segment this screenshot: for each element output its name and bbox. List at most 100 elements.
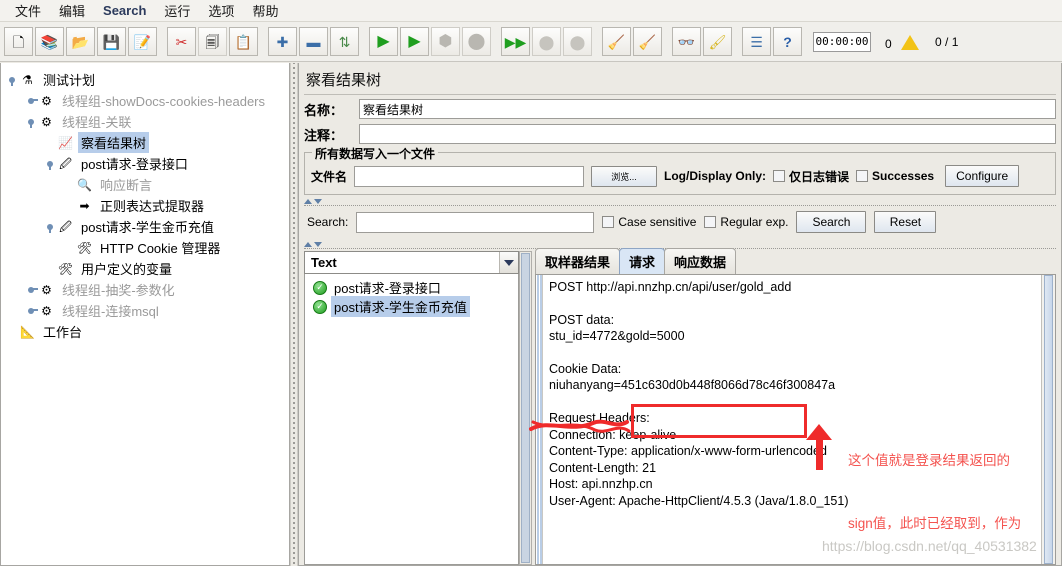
stop-button[interactable]: ⬢ bbox=[431, 27, 460, 56]
list-item[interactable]: ✓ post请求-登录接口 bbox=[313, 278, 518, 297]
start-button[interactable]: ▶ bbox=[369, 27, 398, 56]
toggle-icon: ⇅ bbox=[338, 33, 351, 50]
tab-0[interactable]: 取样器结果 bbox=[535, 248, 621, 274]
collapse-up-icon[interactable] bbox=[304, 198, 312, 204]
shutdown-button[interactable]: ⬤ bbox=[462, 27, 491, 56]
request-url-line: POST http://api.nnzhp.cn/api/user/gold_a… bbox=[549, 280, 792, 294]
collapse-down-icon[interactable] bbox=[314, 241, 322, 247]
tree-node[interactable]: 🖉 post请求-学生金币充值 bbox=[7, 216, 289, 237]
configure-button[interactable]: Configure bbox=[945, 165, 1020, 187]
function-helper-button[interactable]: ☰ bbox=[742, 27, 771, 56]
expand-all-button[interactable]: ✚ bbox=[268, 27, 297, 56]
tree-node[interactable]: ⚙ 线程组-showDocs-cookies-headers bbox=[7, 90, 289, 111]
collapse-down-icon[interactable] bbox=[314, 198, 322, 204]
tab-2[interactable]: 响应数据 bbox=[664, 248, 737, 274]
paste-button[interactable]: 📋 bbox=[229, 27, 258, 56]
toolbar-separator-5 bbox=[593, 27, 601, 56]
tree-node[interactable]: 📐 工作台 bbox=[7, 321, 289, 342]
comment-input[interactable] bbox=[359, 124, 1056, 144]
save-button[interactable]: 💾 bbox=[97, 27, 126, 56]
open-button[interactable]: 📂 bbox=[66, 27, 95, 56]
tree-node[interactable]: ⚙ 线程组-连接msql bbox=[7, 300, 289, 321]
successes-checkbox[interactable]: Successes bbox=[856, 169, 934, 183]
broom-icon: 🧹 bbox=[607, 33, 626, 50]
request-detail-text[interactable]: POST http://api.nnzhp.cn/api/user/gold_a… bbox=[543, 275, 1055, 564]
tree-expand-toggle-icon[interactable] bbox=[26, 95, 38, 106]
tree-node[interactable]: 🖉 post请求-登录接口 bbox=[7, 153, 289, 174]
collapse-up-icon[interactable] bbox=[304, 241, 312, 247]
comment-field-row: 注释： bbox=[304, 123, 1056, 145]
tree-expand-toggle-icon[interactable] bbox=[45, 221, 56, 233]
search-bar: Search: Case sensitive Regular exp. Sear… bbox=[304, 206, 1056, 238]
list-item[interactable]: ✓ post请求-学生金币充值 bbox=[313, 296, 518, 317]
checkbox-box[interactable] bbox=[704, 216, 717, 228]
renderer-select[interactable]: Text bbox=[304, 251, 519, 274]
vertical-splitter[interactable] bbox=[290, 63, 298, 566]
templates-button[interactable]: 📚 bbox=[35, 27, 64, 56]
search-submit-button[interactable]: Search bbox=[796, 211, 867, 233]
results-list-scrollbar[interactable] bbox=[519, 251, 532, 565]
sampler-result-list[interactable]: ✓ post请求-登录接口 ✓ post请求-学生金币充值 bbox=[304, 274, 519, 565]
search-button[interactable]: 👓 bbox=[672, 27, 701, 56]
search-reset-button[interactable]: Reset bbox=[874, 211, 937, 233]
search-input[interactable] bbox=[356, 211, 595, 233]
menu-item-run[interactable]: 运行 bbox=[155, 0, 199, 22]
tree-node[interactable]: 🛠 用户定义的变量 bbox=[7, 258, 289, 279]
tree-expand-toggle-icon[interactable] bbox=[26, 305, 38, 316]
copy-button[interactable]: 🗐 bbox=[198, 27, 227, 56]
collapse-all-button[interactable]: ▬ bbox=[299, 27, 328, 56]
warning-triangle-icon[interactable] bbox=[901, 34, 920, 50]
tree-expand-toggle-icon[interactable] bbox=[45, 158, 56, 170]
menu-item-file[interactable]: 文件 bbox=[6, 0, 50, 22]
filename-input[interactable] bbox=[354, 165, 585, 187]
tree-node-label: post请求-学生金币充值 bbox=[81, 220, 214, 235]
regular-exp-checkbox[interactable]: Regular exp. bbox=[704, 215, 788, 229]
help-button[interactable]: ? bbox=[773, 27, 802, 56]
tree-node[interactable]: ⚙ 线程组-抽奖-参数化 bbox=[7, 279, 289, 300]
case-sensitive-label: Case sensitive bbox=[618, 215, 697, 229]
toolbar-separator-3 bbox=[360, 27, 368, 56]
stop-remote-all-button[interactable]: ⬤ bbox=[532, 27, 561, 56]
tree-node[interactable]: 🔍 响应断言 bbox=[7, 174, 289, 195]
shutdown-remote-all-button[interactable]: ⬤ bbox=[563, 27, 592, 56]
menu-item-options[interactable]: 选项 bbox=[199, 0, 243, 22]
menu-item-help[interactable]: 帮助 bbox=[243, 0, 287, 22]
tree-node[interactable]: ➡ 正则表达式提取器 bbox=[7, 195, 289, 216]
tab-1[interactable]: 请求 bbox=[619, 248, 666, 274]
checkbox-box[interactable] bbox=[602, 216, 615, 228]
start-remote-all-button[interactable]: ▶▶ bbox=[501, 27, 530, 56]
tree-node[interactable]: ⚗ 测试计划 bbox=[7, 69, 289, 90]
tree-node[interactable]: 🛠 HTTP Cookie 管理器 bbox=[7, 237, 289, 258]
scrollbar-thumb[interactable] bbox=[521, 253, 530, 563]
search-reset-button[interactable]: 🖌 bbox=[703, 27, 732, 56]
tree-node[interactable]: ⚙ 线程组-关联 bbox=[7, 111, 289, 132]
checkbox-box[interactable] bbox=[773, 170, 786, 182]
browse-button[interactable]: 浏览... bbox=[591, 165, 658, 187]
detail-vertical-scrollbar[interactable] bbox=[1041, 275, 1055, 564]
tree-expand-toggle-icon[interactable] bbox=[26, 284, 38, 295]
menu-item-search[interactable]: Search bbox=[94, 1, 155, 20]
tree-expand-toggle-icon[interactable] bbox=[26, 116, 37, 128]
checkbox-box[interactable] bbox=[856, 170, 869, 182]
collapse-bar-upper[interactable] bbox=[304, 197, 1056, 206]
test-plan-tree[interactable]: ⚗ 测试计划 ⚙ 线程组-showDocs-cookies-headers ⚙ 线程组-关… bbox=[0, 63, 290, 566]
new-button[interactable]: 🗋 bbox=[4, 27, 33, 56]
clear-all-button[interactable]: 🧹 bbox=[633, 27, 662, 56]
menu-item-edit[interactable]: 编辑 bbox=[50, 0, 94, 22]
write-results-group-title: 所有数据写入一个文件 bbox=[312, 145, 439, 162]
toggle-button[interactable]: ⇅ bbox=[330, 27, 359, 56]
save-as-button[interactable]: 📝 bbox=[128, 27, 157, 56]
name-input[interactable]: 察看结果树 bbox=[359, 99, 1056, 119]
errors-only-label: 仅日志错误 bbox=[789, 169, 850, 184]
chevron-down-icon[interactable] bbox=[499, 252, 518, 273]
case-sensitive-checkbox[interactable]: Case sensitive bbox=[602, 215, 696, 229]
cut-button[interactable]: ✂ bbox=[167, 27, 196, 56]
start-no-pause-button[interactable]: ▶ bbox=[400, 27, 429, 56]
scrollbar-thumb[interactable] bbox=[1044, 275, 1053, 564]
errors-only-checkbox[interactable]: 仅日志错误 bbox=[773, 168, 849, 185]
active-thread-counter: 0 / 1 bbox=[935, 34, 959, 49]
toolbar: 🗋 📚 📂 💾 📝 ✂ 🗐 📋 ✚ ▬ ⇅ ▶ ▶ ⬢ ⬤ ▶▶ ⬤ ⬤ 🧹 🧹… bbox=[0, 22, 1062, 62]
tree-expand-toggle-icon[interactable] bbox=[7, 74, 18, 86]
clear-button[interactable]: 🧹 bbox=[602, 27, 631, 56]
tree-node[interactable]: 📈 察看结果树 bbox=[7, 132, 289, 153]
